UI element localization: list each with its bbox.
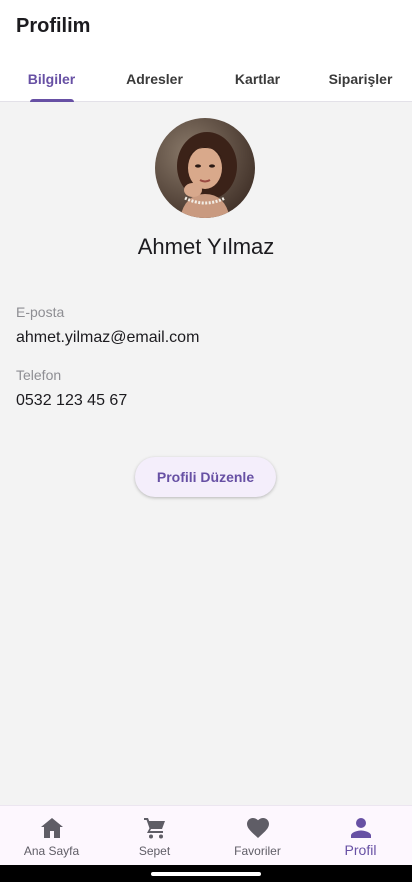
tab-label: Adresler: [126, 70, 183, 87]
app-bar: Profilim: [0, 0, 412, 56]
tab-bar: Bilgiler Adresler Kartlar Siparişler: [0, 56, 412, 102]
person-icon: [349, 816, 373, 840]
phone-value: 0532 123 45 67: [16, 392, 128, 409]
page-title: Profilim: [16, 15, 91, 37]
profile-content: Ahmet Yılmaz E-posta ahmet.yilmaz@email.…: [0, 103, 412, 805]
phone-label: Telefon: [16, 367, 62, 383]
home-icon: [40, 816, 64, 840]
tab-label: Bilgiler: [27, 70, 76, 87]
user-name: Ahmet Yılmaz: [137, 234, 275, 259]
cart-icon: [143, 816, 167, 840]
nav-label-favorites: Favoriler: [234, 844, 281, 858]
nav-label-profile: Profil: [344, 842, 377, 858]
nav-item-cart[interactable]: Sepet: [103, 806, 206, 865]
nav-label-home: Ana Sayfa: [23, 844, 80, 858]
email-label: E-posta: [16, 304, 65, 320]
bottom-navigation: Ana Sayfa Sepet Favoriler Profil: [0, 805, 412, 865]
tab-siparisler[interactable]: Siparişler: [309, 56, 412, 101]
tab-bilgiler[interactable]: Bilgiler: [0, 56, 103, 102]
nav-item-home[interactable]: Ana Sayfa: [0, 806, 103, 865]
nav-label-cart: Sepet: [138, 844, 171, 858]
heart-icon: [246, 816, 270, 840]
nav-item-profile[interactable]: Profil: [309, 806, 412, 865]
tab-label: Kartlar: [234, 70, 281, 87]
tab-adresler[interactable]: Adresler: [103, 56, 206, 101]
edit-profile-label: Profili Düzenle: [156, 469, 255, 485]
avatar-photo: [155, 118, 255, 218]
tab-label: Siparişler: [328, 70, 393, 87]
nav-item-favorites[interactable]: Favoriler: [206, 806, 309, 865]
system-navigation-bar: [0, 865, 412, 882]
tab-indicator: [29, 99, 74, 102]
tab-kartlar[interactable]: Kartlar: [206, 56, 309, 101]
avatar: [155, 118, 255, 218]
edit-profile-button[interactable]: Profili Düzenle: [135, 457, 276, 497]
email-value: ahmet.yilmaz@email.com: [16, 329, 200, 346]
home-indicator[interactable]: [151, 872, 261, 876]
